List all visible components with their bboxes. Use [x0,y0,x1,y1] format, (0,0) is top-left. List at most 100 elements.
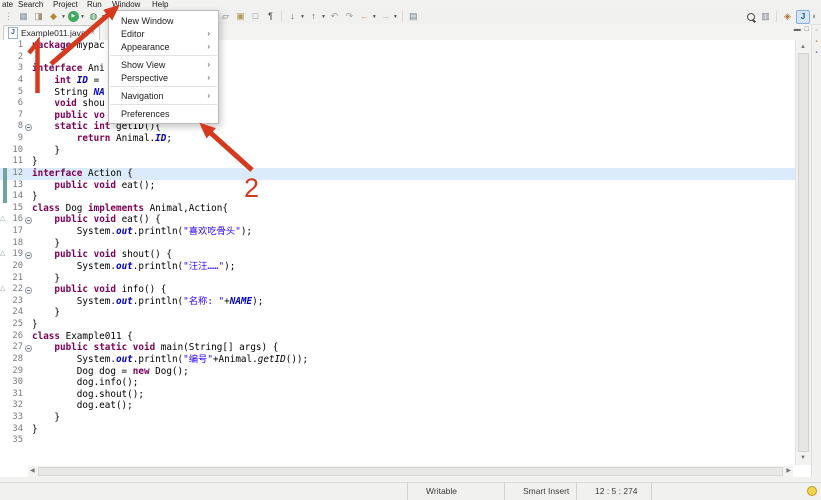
code-line: △22 public void info() { [0,284,795,296]
annotation-ruler [0,273,9,285]
code-text: dog.info(); [32,377,138,389]
run-button[interactable]: ▶ [68,11,79,22]
search-icon[interactable] [744,10,757,23]
external-tools-button[interactable]: ◆ [47,10,60,23]
fold-ruler [23,424,32,436]
scroll-left-icon[interactable]: ◀ [30,468,35,475]
horizontal-scrollbar-thumb[interactable] [38,467,783,476]
override-marker-icon[interactable]: △ [0,285,5,292]
annotation-ruler [0,226,9,238]
menubar-item-ate[interactable]: ate [2,0,13,9]
next-annotation-button-caret-icon[interactable]: ▼ [300,14,305,20]
run-button-caret-icon[interactable]: ▼ [80,14,85,20]
menubar-item-help[interactable]: Help [152,0,168,9]
open-task-icon[interactable]: ▥ [759,10,772,23]
prev-annotation-button[interactable]: ↑ [307,10,320,23]
code-line: 11} [0,156,795,168]
open-perspective-icon[interactable]: ◈ [781,10,794,23]
toolbar-right-group: ▥ ◈J◐ [744,9,818,24]
fold-ruler [23,156,32,168]
scroll-right-icon[interactable]: ▶ [786,468,791,475]
open-console-icon[interactable]: ▤ [407,10,420,23]
code-text: void shou [32,98,105,110]
menu-item-preferences[interactable]: Preferences [109,107,218,120]
code-line: 13 public void eat(); [0,180,795,192]
scroll-down-icon[interactable]: ▼ [800,455,806,461]
forward-button-caret-icon[interactable]: ▼ [393,14,398,20]
menu-item-perspective[interactable]: Perspective› [109,71,218,84]
fold-ruler [23,331,32,343]
back-button-caret-icon[interactable]: ▼ [372,14,377,20]
undo-icon[interactable]: ↶ [328,10,341,23]
vertical-scrollbar-thumb[interactable] [798,53,809,452]
clipped-icon[interactable]: ⋮ [2,10,15,23]
line-number: 33 [9,412,23,424]
prev-annotation-button-caret-icon[interactable]: ▼ [321,14,326,20]
menubar: ate Search Project Run Window Help [0,0,821,9]
minimize-icon[interactable]: ▬ [794,26,801,33]
wrench-icon[interactable]: ◨ [32,10,45,23]
next-annotation-button[interactable]: ↓ [286,10,299,23]
menubar-item-project[interactable]: Project [53,0,78,9]
fold-marker-icon[interactable] [25,287,32,294]
redo-icon[interactable]: ↷ [343,10,356,23]
menu-item-label: Perspective [121,73,168,83]
code-line: 21 } [0,273,795,285]
fold-marker-icon[interactable] [25,124,32,131]
override-marker-icon[interactable]: △ [0,250,5,257]
outline-icon[interactable]: ▪ [815,50,817,56]
code-line: 24 } [0,307,795,319]
fold-ruler [23,238,32,250]
menu-item-appearance[interactable]: Appearance› [109,40,218,53]
tab-example011[interactable]: J Example011.java × [3,25,100,40]
code-text: } [32,424,38,436]
fold-marker-icon[interactable] [25,345,32,352]
maximize-icon[interactable]: □ [805,26,809,33]
show-whitespace-icon[interactable]: ¶ [264,10,277,23]
menu-item-show-view[interactable]: Show View› [109,58,218,71]
menu-item-navigation[interactable]: Navigation› [109,89,218,102]
restore-views-icon[interactable]: ▫ [815,28,817,34]
toolbar-separator [281,11,282,22]
menubar-item-search[interactable]: Search [18,0,43,9]
annotation-ruler [0,168,9,180]
code-line: 17 System.out.println("喜欢吃骨头"); [0,226,795,238]
scroll-up-icon[interactable]: ▲ [800,44,806,50]
code-text: } [32,156,38,168]
horizontal-scrollbar[interactable]: ◀ ▶ [28,466,793,477]
menu-item-editor[interactable]: Editor› [109,27,218,40]
forward-button[interactable]: → [379,10,392,23]
vertical-scrollbar[interactable]: ▲ ▼ [795,40,811,465]
menubar-item-run[interactable]: Run [87,0,102,9]
code-line: 20 System.out.println("汪汪……"); [0,261,795,273]
java-perspective-button[interactable]: J [796,10,810,24]
line-number: 27 [9,342,23,354]
line-number: 2 [9,52,23,64]
fold-ruler [23,145,32,157]
fold-ruler [23,63,32,75]
tab-close-icon[interactable]: × [90,29,95,37]
table-icon[interactable]: ▦ [17,10,30,23]
clipped-perspective-icon[interactable]: ◐ [812,10,818,23]
back-button[interactable]: ← [358,10,371,23]
fold-ruler [23,203,32,215]
toolbar-separator [402,11,403,22]
fold-marker-icon[interactable] [25,217,32,224]
line-number: 11 [9,156,23,168]
pin-editor-icon[interactable]: □ [249,10,262,23]
task-list-icon[interactable]: ▪ [815,39,817,45]
fold-ruler [23,435,32,447]
coverage-button-caret-icon[interactable]: ▼ [101,14,106,20]
coverage-button[interactable]: ◍ [87,10,100,23]
code-line: 23 System.out.println("名称: "+NAME); [0,296,795,308]
menubar-item-window[interactable]: Window [112,0,140,9]
override-marker-icon[interactable]: △ [0,215,5,222]
line-number: 8 [9,121,23,133]
open-type-icon[interactable]: ▣ [234,10,247,23]
fold-marker-icon[interactable] [25,252,32,259]
new-class-icon[interactable]: ▱ [219,10,232,23]
menu-item-new-window[interactable]: New Window [109,14,218,27]
code-text: public vo [32,110,105,122]
external-tools-button-caret-icon[interactable]: ▼ [61,14,66,20]
menu-item-label: Show View [121,60,165,70]
